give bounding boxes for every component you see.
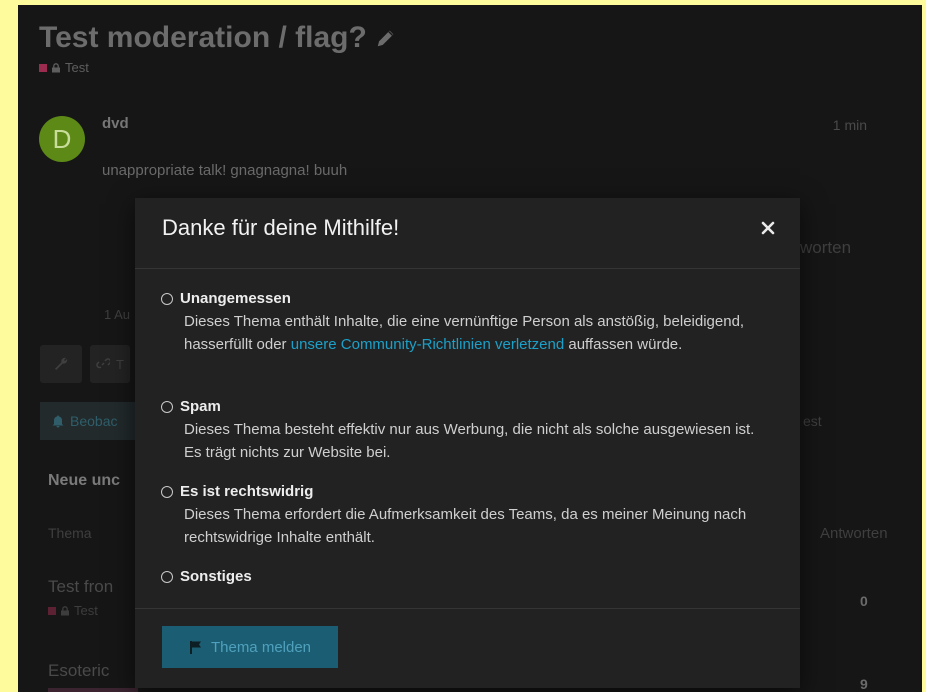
category-color-square [39,63,47,72]
option-description: Dieses Thema erfordert die Aufmerksamkei… [184,506,747,546]
radio-button[interactable] [161,485,173,498]
page-backdrop: Test moderation / flag? Test D dvd 1 min… [18,5,922,692]
flag-topic-label: Thema melden [210,638,312,656]
topic-row-replies: 0 [860,593,868,609]
avatar[interactable]: D [39,116,85,162]
modal-title: Danke für deine Mithilfe! [162,215,400,240]
test-fragment: est [803,413,822,429]
category-label: Test [65,60,89,75]
topic-category[interactable]: Test [39,60,89,75]
replies-label-fragment: worten [800,238,852,257]
date-fragment: 1 Au [104,307,131,322]
lock-icon [61,605,69,615]
post-username[interactable]: dvd [102,115,129,132]
radio-button[interactable] [161,400,173,413]
topic-row-title[interactable]: Test fron [48,577,113,597]
option-label: Spam [180,398,221,415]
post-text: unappropriate talk! gnagnagna! buuh [102,162,348,179]
option-label: Sonstiges [180,568,252,585]
option-label: Unangemessen [180,290,291,307]
share-link-button[interactable]: T [90,345,130,383]
option-description: Dieses Thema besteht effektiv nur aus We… [184,421,755,461]
topic-row-replies: 9 [860,676,868,692]
option-label: Es ist rechtswidrig [180,483,314,500]
modal-divider [135,268,800,269]
topic-row-category[interactable]: Test [48,603,98,618]
wrench-icon [55,357,68,370]
flag-modal: Danke für deine Mithilfe! Unangemessen D… [135,198,800,688]
topic-title-text: Test moderation / flag? [39,21,367,54]
flag-option-inappropriate[interactable]: Unangemessen Dieses Thema enthält Inhalt… [161,287,771,356]
topic-title: Test moderation / flag? [39,21,397,55]
option-description: Dieses Thema enthält Inhalte, die eine v… [184,310,771,356]
admin-wrench-button[interactable] [40,345,82,383]
flag-topic-button[interactable]: Thema melden [162,626,338,668]
bell-icon [52,415,64,427]
link-icon [96,358,111,369]
modal-divider [135,608,800,609]
flag-option-spam[interactable]: Spam Dieses Thema besteht effektiv nur a… [161,395,771,464]
topic-row-category-bar [48,688,138,692]
avatar-letter: D [52,123,72,154]
option-description-text: auffassen würde. [564,336,683,353]
topic-row-title[interactable]: Esoteric [48,661,109,681]
column-header-replies[interactable]: Antworten [820,525,888,542]
category-label: Test [74,603,98,618]
suggested-heading-fragment: Neue unc [48,472,121,489]
lock-icon [52,62,60,72]
column-header-topic[interactable]: Thema [48,525,92,541]
community-guidelines-link[interactable]: unsere Community-Richtlinien verletzend [291,336,564,353]
radio-button[interactable] [161,292,173,305]
flag-icon [189,640,201,654]
radio-button[interactable] [161,570,173,583]
post-time: 1 min [832,117,867,133]
close-icon[interactable] [758,218,778,238]
flag-option-other[interactable]: Sonstiges [161,565,771,588]
share-label-fragment: T [116,356,124,372]
watch-label-fragment: Beobac [70,413,118,429]
flag-option-illegal[interactable]: Es ist rechtswidrig Dieses Thema erforde… [161,480,771,549]
pencil-icon[interactable] [375,27,397,49]
category-color-square [48,606,56,615]
